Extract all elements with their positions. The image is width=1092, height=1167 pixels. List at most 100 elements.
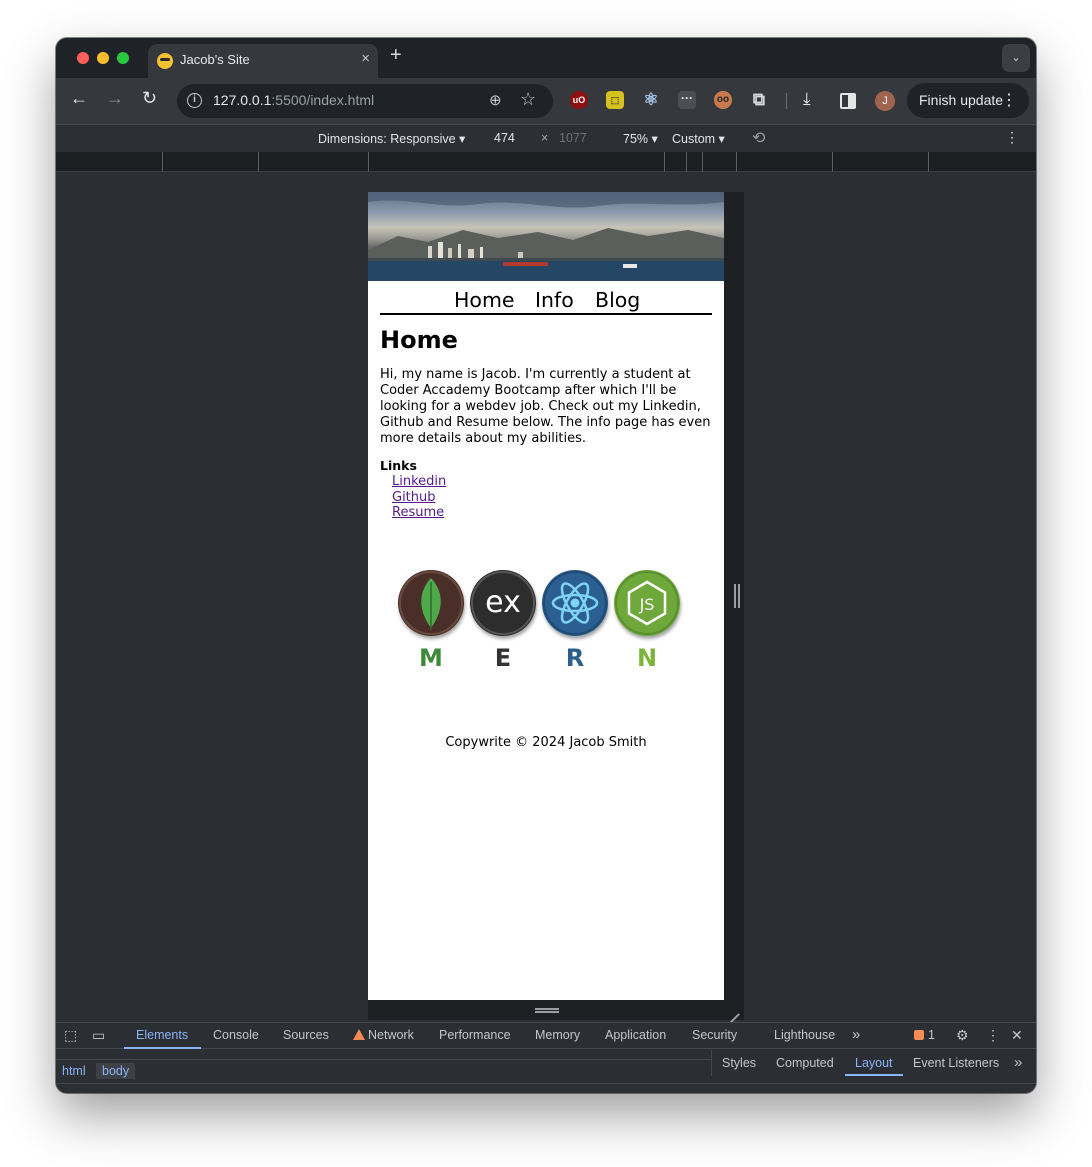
express-glyph: ex [485, 585, 521, 620]
finish-update-button[interactable]: Finish update ⋮ [907, 83, 1029, 118]
issues-count[interactable]: 1 [928, 1028, 935, 1042]
minimize-window-button[interactable] [97, 52, 109, 64]
device-toolbar: Dimensions: Responsive ▾ 474 × 1077 75% … [56, 124, 1036, 152]
drawer-tabs-partial [56, 1083, 1036, 1093]
web-page: Home Info Blog Home Hi, my name is Jacob… [368, 192, 724, 1000]
viewport-resize-handle-bottom[interactable] [535, 1008, 559, 1013]
new-tab-button[interactable]: + [390, 44, 402, 67]
device-toggle-icon[interactable]: ▭ [92, 1027, 105, 1044]
tab-elements[interactable]: Elements [136, 1028, 188, 1042]
url-path: :5500/index.html [271, 92, 375, 108]
nodejs-glyph: JS [639, 595, 655, 614]
reload-icon[interactable]: ↻ [142, 88, 157, 109]
page-title: Home [380, 326, 458, 354]
more-tabs-icon[interactable]: » [852, 1026, 860, 1043]
tab-security[interactable]: Security [692, 1028, 737, 1042]
media-query-ruler[interactable] [56, 152, 1036, 172]
profile-avatar[interactable]: J [875, 91, 895, 111]
tab-sources[interactable]: Sources [283, 1028, 329, 1042]
links-list: Linkedin Github Resume [392, 474, 446, 521]
nav-link-info[interactable]: Info [535, 288, 574, 312]
devtools-content: html body Styles Computed Layout Event L… [56, 1050, 1036, 1093]
tab-application[interactable]: Application [605, 1028, 666, 1042]
mern-letter-r: R [565, 644, 585, 672]
site-navigation: Home Info Blog [380, 286, 712, 315]
tab-network-label: Network [368, 1028, 414, 1042]
close-devtools-icon[interactable]: ✕ [1011, 1027, 1023, 1044]
nodejs-icon: JS [615, 571, 679, 635]
zoom-dropdown[interactable]: 75% ▾ [623, 131, 658, 146]
ublock-extension-icon[interactable]: uO [570, 91, 588, 109]
mern-letter-e: E [494, 644, 512, 672]
sunglasses-emoji-icon [157, 53, 173, 69]
address-bar[interactable]: i 127.0.0.1:5500/index.html ⊕ ☆ [177, 84, 553, 118]
viewport-width-input[interactable]: 474 [494, 131, 515, 145]
styles-pane-tabs: Styles Computed Layout Event Listeners » [711, 1050, 1036, 1076]
throttle-dropdown[interactable]: Custom ▾ [672, 131, 725, 146]
rotate-icon[interactable]: ⟲ [752, 128, 765, 148]
breadcrumb-html[interactable]: html [56, 1063, 92, 1079]
github-link[interactable]: Github [392, 490, 436, 505]
issues-badge-icon[interactable] [914, 1030, 924, 1040]
browser-tab-active[interactable]: Jacob's Site × [148, 44, 378, 78]
more-extensions-icon[interactable]: ··· [678, 91, 696, 109]
settings-gear-icon[interactable]: ⚙ [956, 1027, 969, 1044]
yellow-extension-icon[interactable]: ⬚ [606, 91, 624, 109]
viewport-resize-handle-corner[interactable] [728, 1004, 740, 1016]
bookmark-star-icon[interactable]: ☆ [520, 89, 536, 110]
site-info-icon[interactable]: i [187, 93, 202, 108]
tab-event-listeners[interactable]: Event Listeners [913, 1056, 999, 1070]
viewport-height-input[interactable]: 1077 [559, 131, 587, 145]
extensions-puzzle-icon[interactable]: ⧉ [750, 91, 768, 109]
breadcrumb-body[interactable]: body [96, 1063, 136, 1079]
ruler-tick [368, 152, 369, 172]
tab-computed[interactable]: Computed [776, 1056, 834, 1070]
close-window-button[interactable] [77, 52, 89, 64]
download-icon[interactable]: ⤓ [803, 89, 811, 109]
mern-letter-n: N [636, 644, 658, 672]
tab-memory[interactable]: Memory [535, 1028, 580, 1042]
device-frame: Home Info Blog Home Hi, my name is Jacob… [368, 192, 744, 1020]
tab-performance[interactable]: Performance [439, 1028, 511, 1042]
finish-update-label: Finish update [919, 92, 1004, 108]
more-side-tabs-icon[interactable]: » [1014, 1054, 1022, 1071]
zoom-magnifier-icon[interactable]: ⊕ [489, 91, 502, 109]
devtools-menu-icon[interactable]: ⋮ [986, 1027, 1000, 1044]
inspect-element-icon[interactable]: ⬚ [64, 1027, 77, 1044]
tab-search-button[interactable]: ⌄ [1002, 44, 1030, 72]
active-tab-indicator [124, 1047, 201, 1049]
list-item: Linkedin [392, 474, 446, 490]
tab-styles[interactable]: Styles [722, 1056, 756, 1070]
device-toolbar-more-icon[interactable]: ⋮ [1005, 129, 1019, 146]
browser-menu-icon[interactable]: ⋮ [1001, 83, 1017, 118]
mongodb-leaf-icon [399, 571, 463, 635]
list-item: Resume [392, 505, 446, 521]
react-devtools-extension-icon[interactable]: ⚛ [642, 91, 660, 109]
warning-triangle-icon [353, 1029, 365, 1040]
nodejs-icon: JS [614, 570, 680, 636]
back-arrow-icon[interactable]: ← [70, 88, 88, 109]
ruler-tick [928, 152, 929, 172]
nav-link-blog[interactable]: Blog [595, 288, 640, 312]
tab-close-icon[interactable]: × [361, 50, 370, 67]
react-atom-icon [542, 570, 608, 636]
resume-link[interactable]: Resume [392, 505, 444, 520]
tab-network[interactable]: Network [353, 1028, 414, 1042]
url-text[interactable]: 127.0.0.1:5500/index.html [213, 92, 374, 108]
list-item: Github [392, 490, 446, 506]
tab-console[interactable]: Console [213, 1028, 259, 1042]
side-panel-icon[interactable] [840, 93, 856, 109]
nav-link-home[interactable]: Home [454, 288, 515, 312]
dimensions-dropdown[interactable]: Dimensions: Responsive ▾ [318, 131, 465, 146]
maximize-window-button[interactable] [117, 52, 129, 64]
forward-arrow-icon[interactable]: → [106, 88, 124, 109]
express-icon: ex [470, 570, 536, 636]
owl-extension-icon[interactable]: oo [714, 91, 732, 109]
ruler-tick [736, 152, 737, 172]
viewport-resize-handle-right[interactable] [734, 584, 740, 608]
tab-title: Jacob's Site [180, 52, 250, 67]
tab-lighthouse[interactable]: Lighthouse [774, 1028, 835, 1042]
tab-layout[interactable]: Layout [855, 1056, 893, 1070]
browser-window: Jacob's Site × + ⌄ ← → ↻ i 127.0.0.1:550… [56, 38, 1036, 1093]
linkedin-link[interactable]: Linkedin [392, 474, 446, 489]
